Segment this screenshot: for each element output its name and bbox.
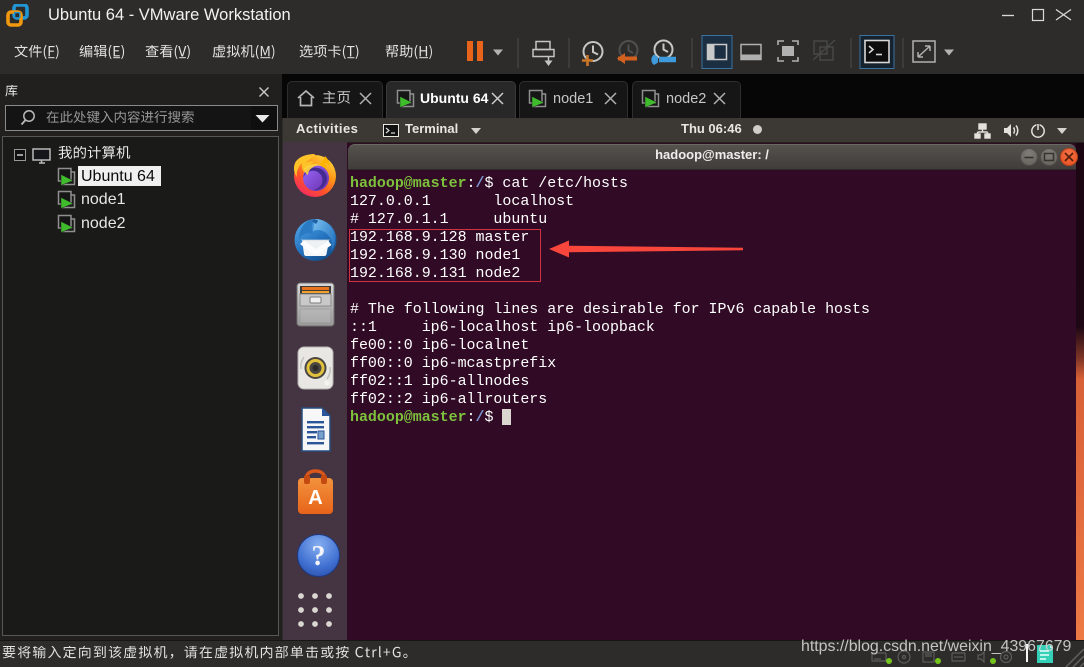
- svg-text:A: A: [308, 487, 322, 509]
- svg-text:?: ?: [312, 541, 326, 572]
